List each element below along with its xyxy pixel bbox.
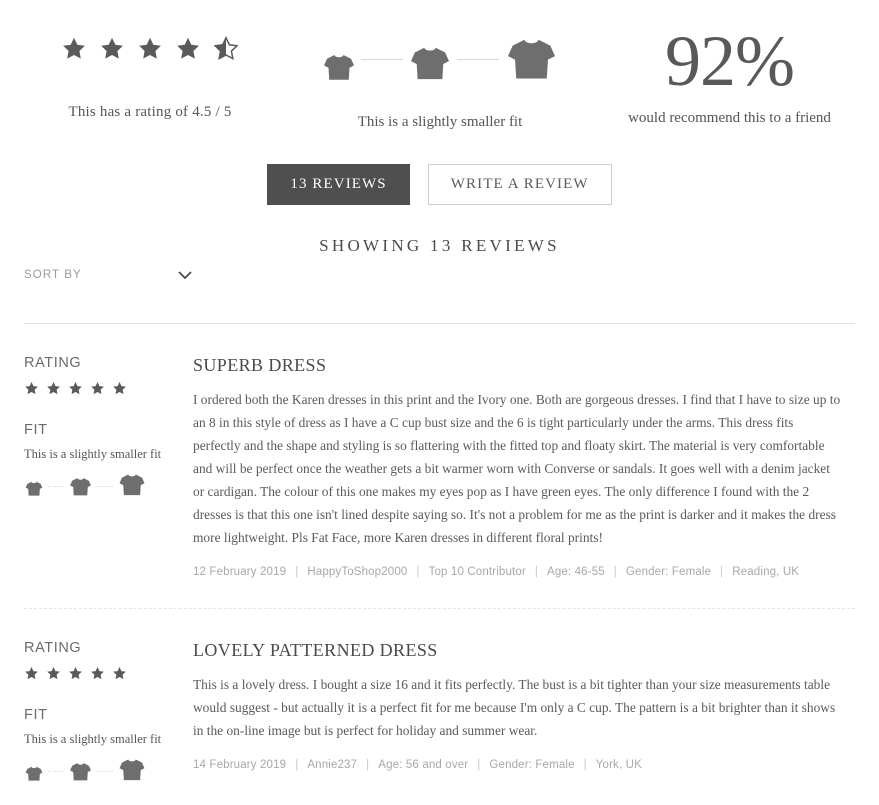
review-date: 14 February 2019 [193, 759, 287, 771]
review-author: HappyToShop2000 [307, 566, 408, 578]
fit-connector [456, 59, 499, 60]
sort-by-label: SORT BY [24, 269, 82, 281]
recommend-caption: would recommend this to a friend [628, 110, 831, 126]
meta-separator: | [295, 566, 299, 578]
review-body: This is a lovely dress. I bought a size … [193, 677, 836, 738]
review-fit-text: This is a slightly smaller fit [24, 447, 162, 461]
review-badge: Top 10 Contributor [428, 566, 526, 578]
review-gap [0, 578, 879, 608]
review-fit-label: FIT [24, 707, 48, 723]
fit-connector [48, 771, 64, 772]
summary-recommend-block: 92% would recommend this to a friend [580, 22, 879, 127]
overall-star-rating [0, 36, 300, 76]
review-gap [0, 782, 879, 805]
review-fit-scale [24, 756, 193, 782]
star-icon [69, 381, 82, 394]
review-location: Reading, UK [732, 566, 800, 578]
review-author: Annie237 [307, 759, 358, 771]
star-icon [113, 381, 126, 394]
review-rating-label: RATING [24, 355, 82, 371]
review-content-column: LOVELY PATTERNED DRESS This is a lovely … [193, 640, 855, 782]
review-metadata: 14 February 2019 | Annie237 | Age: 56 and ov… [193, 759, 855, 771]
review-star-rating [24, 380, 193, 396]
overall-rating-caption: This has a rating of 4.5 / 5 [68, 104, 232, 120]
review-fit-label: FIT [24, 422, 48, 438]
tshirt-small-icon [25, 481, 43, 496]
review-age: Age: 56 and over [378, 759, 469, 771]
review-star-rating [24, 665, 193, 681]
review-gender: Gender: Female [489, 759, 575, 771]
review-item: RATING FIT This is a slightly smaller fi… [0, 324, 879, 578]
fit-scale [300, 30, 580, 82]
tshirt-large-icon [507, 39, 555, 79]
star-icon [47, 381, 60, 394]
meta-separator: | [720, 566, 724, 578]
fit-caption: This is a slightly smaller fit [357, 114, 523, 130]
star-icon [25, 666, 38, 679]
star-icon [91, 666, 104, 679]
meta-separator: | [534, 566, 539, 578]
review-fit-scale [24, 471, 193, 497]
star-icon [177, 37, 199, 59]
reviews-tab-bar: 13 REVIEWS WRITE A REVIEW [0, 164, 879, 205]
review-item: RATING FIT This is a slightly smaller fi… [0, 609, 879, 782]
tshirt-medium-icon [70, 477, 91, 496]
fit-connector [97, 771, 113, 772]
star-icon [139, 37, 161, 59]
tshirt-small-icon [25, 766, 43, 781]
product-reviews-page: This has a rating of 4.5 / 5 This is a s… [0, 0, 879, 805]
fit-connector [48, 486, 64, 487]
review-fit-text: This is a slightly smaller fit [24, 732, 162, 746]
meta-separator: | [295, 759, 299, 771]
summary-rating-block: This has a rating of 4.5 / 5 [0, 22, 300, 121]
review-content-column: SUPERB DRESS I ordered both the Karen dr… [193, 355, 855, 578]
sort-bar: SORT BY [0, 269, 879, 281]
meta-separator: | [477, 759, 481, 771]
tshirt-small-icon [323, 54, 354, 80]
star-icon [25, 381, 38, 394]
star-half-icon [213, 36, 239, 61]
fit-connector [97, 486, 113, 487]
tshirt-medium-icon [70, 762, 91, 781]
review-age: Age: 46-55 [547, 566, 605, 578]
chevron-down-icon[interactable] [177, 270, 193, 280]
review-body: I ordered both the Karen dresses in this… [193, 392, 841, 545]
star-icon [47, 666, 60, 679]
star-icon [101, 37, 123, 59]
meta-separator: | [366, 759, 370, 771]
write-review-button[interactable]: WRITE A REVIEW [427, 164, 612, 205]
summary-fit-block: This is a slightly smaller fit [300, 22, 580, 131]
star-icon [91, 381, 104, 394]
reviews-summary: This has a rating of 4.5 / 5 This is a s… [0, 0, 879, 131]
tshirt-medium-icon [410, 47, 449, 80]
review-gender: Gender: Female [625, 566, 712, 578]
review-title: LOVELY PATTERNED DRESS [193, 640, 438, 660]
review-metadata: 12 February 2019 | HappyToShop2000 | Top 10 … [193, 566, 855, 578]
recommend-percent: 92% [665, 21, 795, 101]
star-icon [69, 666, 82, 679]
showing-count-label: SHOWING 13 REVIEWS [319, 236, 560, 255]
fit-connector [360, 59, 403, 60]
star-icon [63, 37, 85, 59]
review-meta-column: RATING FIT This is a slightly smaller fi… [24, 355, 193, 578]
tshirt-large-icon [119, 474, 145, 496]
review-rating-label: RATING [24, 640, 82, 656]
tshirt-large-icon [119, 759, 145, 781]
review-location: York, UK [595, 759, 642, 771]
meta-separator: | [583, 759, 587, 771]
star-icon [113, 666, 126, 679]
meta-separator: | [416, 566, 420, 578]
review-meta-column: RATING FIT This is a slightly smaller fi… [24, 640, 193, 782]
review-date: 12 February 2019 [193, 566, 287, 578]
meta-separator: | [613, 566, 617, 578]
review-title: SUPERB DRESS [193, 355, 327, 375]
reviews-count-tab[interactable]: 13 REVIEWS [267, 164, 410, 205]
